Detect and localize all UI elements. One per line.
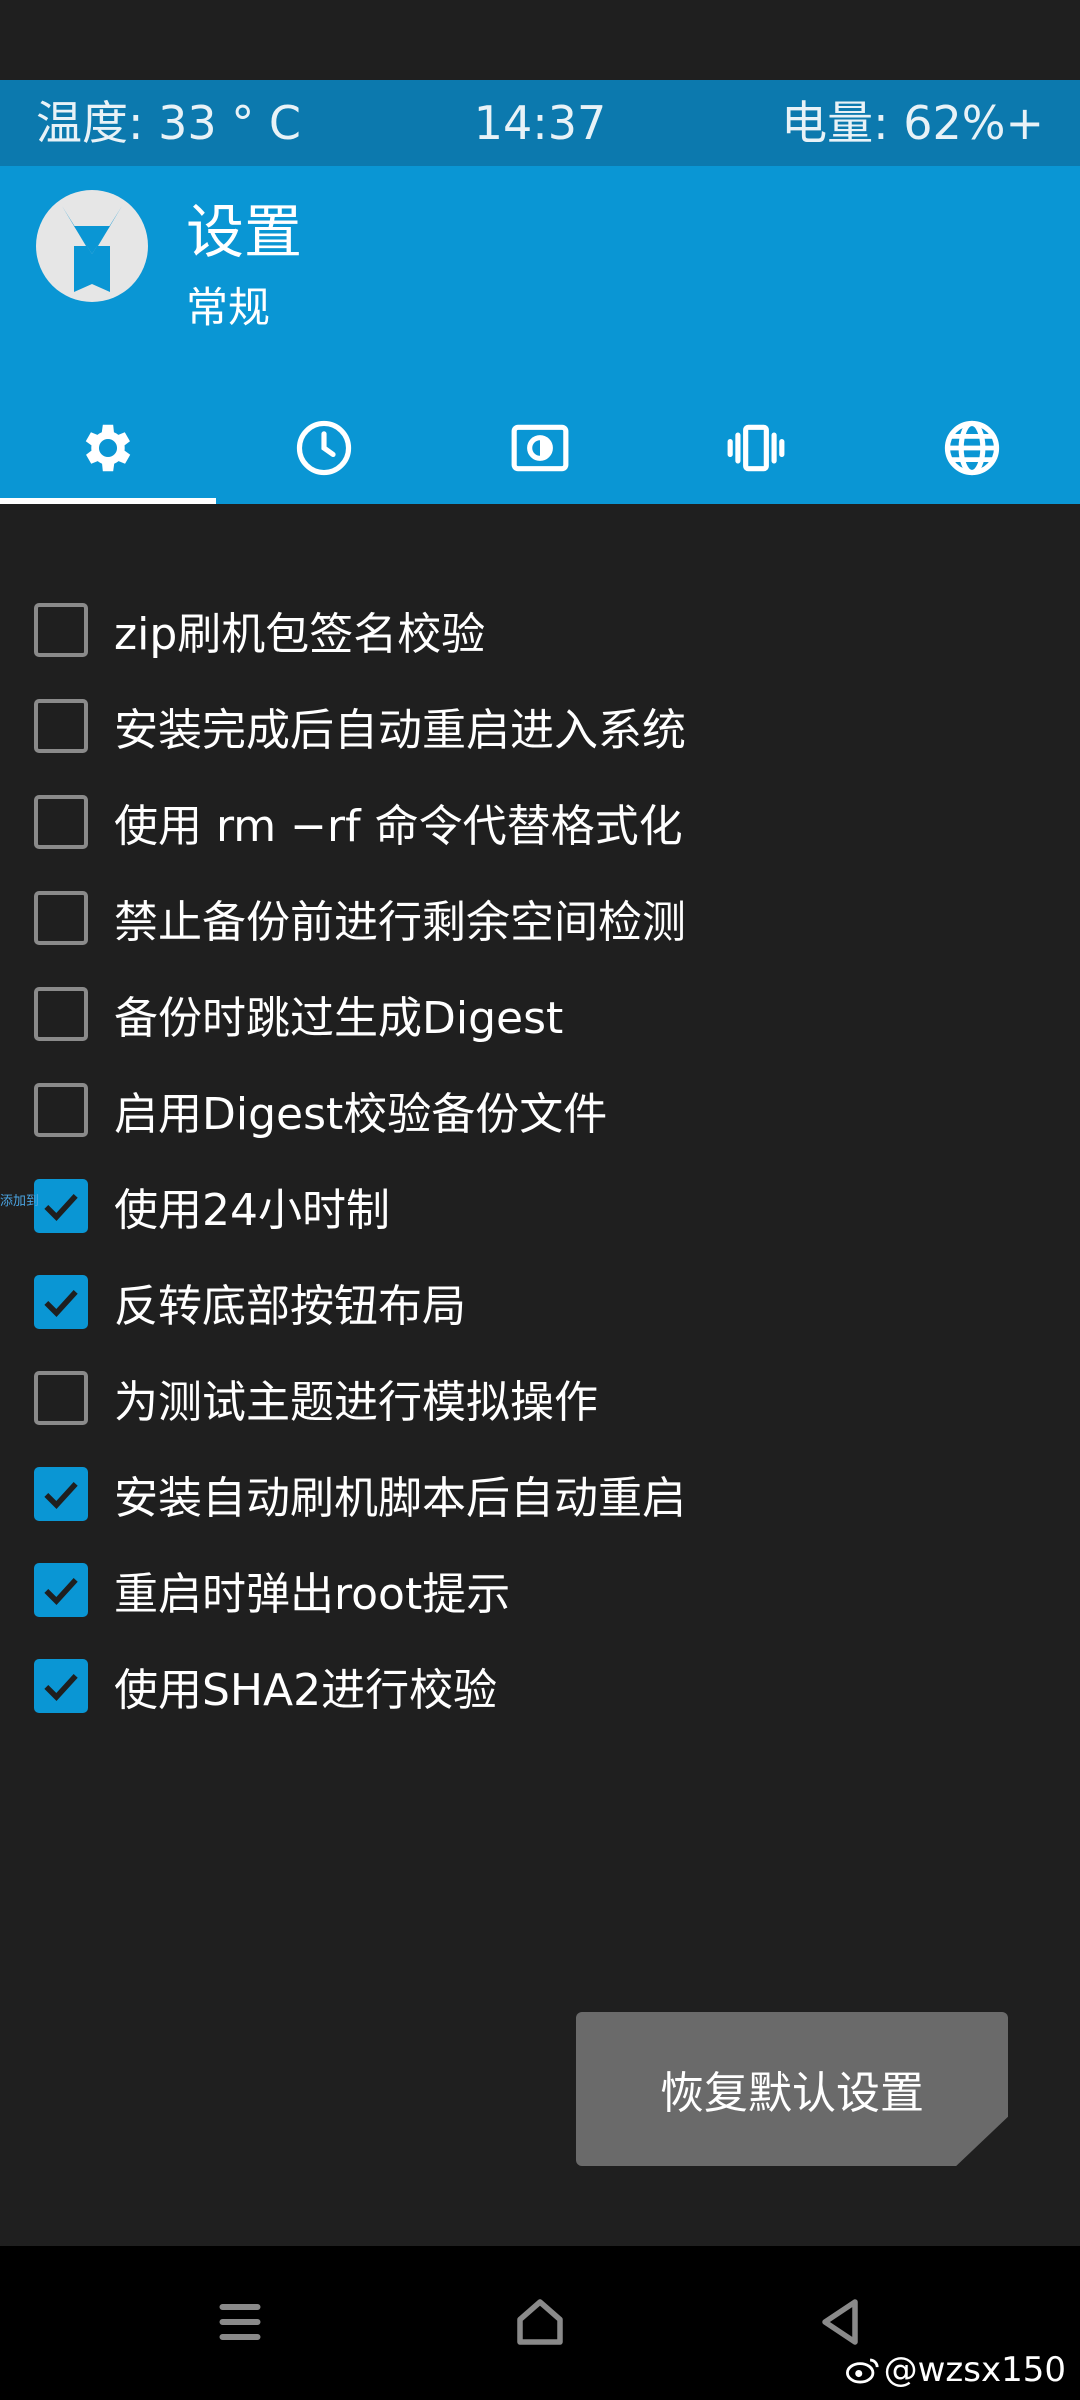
tab-screen[interactable]	[432, 392, 648, 504]
checkmark-icon	[44, 1194, 78, 1221]
menu-icon[interactable]	[210, 2292, 270, 2352]
globe-icon	[944, 420, 1000, 476]
checkbox[interactable]	[34, 1371, 88, 1425]
option-label: 使用24小时制	[114, 1185, 390, 1236]
checkbox[interactable]	[34, 1083, 88, 1137]
option-zip-signature[interactable]: zip刷机包签名校验	[34, 590, 934, 670]
tab-bar	[0, 392, 1080, 504]
gear-icon	[85, 424, 131, 472]
checkbox[interactable]	[34, 699, 88, 753]
option-rm-rf[interactable]: 使用 rm −rf 命令代替格式化	[34, 782, 934, 862]
restore-defaults-button[interactable]: 恢复默认设置	[576, 2012, 1008, 2166]
page-subtitle: 常规	[186, 283, 271, 332]
navigation-bar: @wzsx150	[0, 2246, 1080, 2400]
checkbox-checked[interactable]	[34, 1659, 88, 1713]
option-label: 安装自动刷机脚本后自动重启	[114, 1473, 686, 1524]
option-root-prompt[interactable]: 重启时弹出root提示	[34, 1550, 934, 1630]
option-label: 反转底部按钮布局	[114, 1281, 466, 1332]
checkmark-icon	[44, 1674, 78, 1701]
brightness-icon	[511, 424, 569, 472]
page-title: 设置	[186, 198, 303, 266]
option-label: 重启时弹出root提示	[114, 1569, 511, 1620]
option-24-hour[interactable]: 使用24小时制	[34, 1166, 934, 1246]
tab-general[interactable]	[0, 392, 216, 504]
option-label: 为测试主题进行模拟操作	[114, 1377, 598, 1428]
checkmark-icon	[44, 1578, 78, 1605]
weibo-icon	[845, 2358, 879, 2384]
tab-language[interactable]	[864, 392, 1080, 504]
option-label: 启用Digest校验备份文件	[114, 1089, 608, 1140]
checkbox[interactable]	[34, 795, 88, 849]
header: 设置 常规	[0, 166, 1080, 504]
checkmark-icon	[44, 1290, 78, 1317]
checkbox-checked[interactable]	[34, 1179, 88, 1233]
checkbox-checked[interactable]	[34, 1275, 88, 1329]
option-skip-digest[interactable]: 备份时跳过生成Digest	[34, 974, 934, 1054]
checkbox-checked[interactable]	[34, 1467, 88, 1521]
twrp-logo-icon	[36, 190, 148, 302]
option-label: 禁止备份前进行剩余空间检测	[114, 897, 686, 948]
checkbox[interactable]	[34, 603, 88, 657]
home-icon[interactable]	[510, 2292, 570, 2352]
active-tab-indicator	[0, 498, 216, 504]
option-label: 使用SHA2进行校验	[114, 1665, 498, 1716]
option-label: 备份时跳过生成Digest	[114, 993, 564, 1044]
option-auto-reboot[interactable]: 安装完成后自动重启进入系统	[34, 686, 934, 766]
watermark-text: @wzsx150	[883, 2350, 1066, 2390]
weibo-watermark: @wzsx150	[845, 2350, 1066, 2390]
status-bar: 温度: 33 ° C 14:37 电量: 62%+	[0, 80, 1080, 166]
tab-vibration[interactable]	[648, 392, 864, 504]
option-label: zip刷机包签名校验	[114, 609, 486, 660]
option-simulate-theme[interactable]: 为测试主题进行模拟操作	[34, 1358, 934, 1438]
top-spacer	[0, 0, 1080, 80]
overlay-hint-text: 添加到	[0, 1194, 40, 1209]
checkbox-checked[interactable]	[34, 1563, 88, 1617]
clock-icon	[296, 420, 352, 476]
checkmark-icon	[44, 1482, 78, 1509]
option-sha2[interactable]: 使用SHA2进行校验	[34, 1646, 934, 1726]
tab-time[interactable]	[216, 392, 432, 504]
option-label: 使用 rm −rf 命令代替格式化	[114, 801, 683, 852]
option-reboot-after-script[interactable]: 安装自动刷机脚本后自动重启	[34, 1454, 934, 1534]
option-reverse-buttons[interactable]: 反转底部按钮布局	[34, 1262, 934, 1342]
vibration-icon	[727, 424, 785, 472]
battery-text: 电量: 62%+	[781, 96, 1044, 150]
option-label: 安装完成后自动重启进入系统	[114, 705, 686, 756]
checkbox[interactable]	[34, 987, 88, 1041]
option-digest-verify[interactable]: 启用Digest校验备份文件	[34, 1070, 934, 1150]
back-icon[interactable]	[810, 2292, 870, 2352]
checkbox[interactable]	[34, 891, 88, 945]
option-skip-space-check[interactable]: 禁止备份前进行剩余空间检测	[34, 878, 934, 958]
